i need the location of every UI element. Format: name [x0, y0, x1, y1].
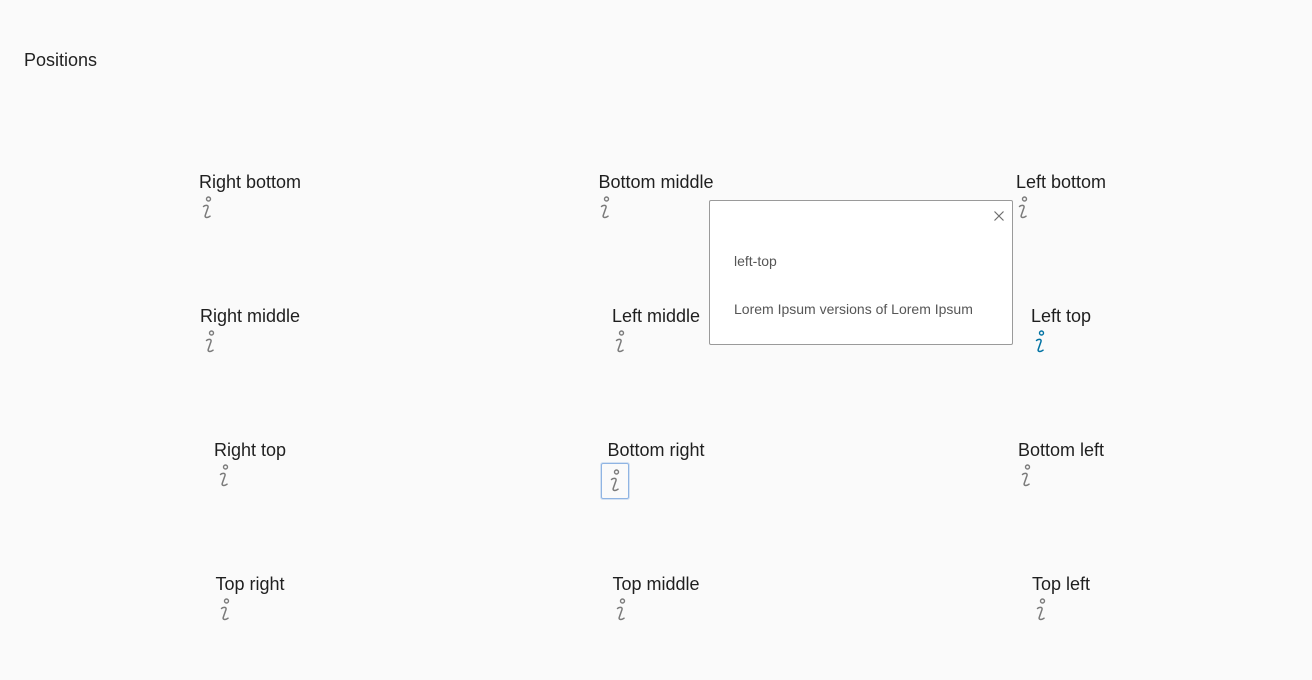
position-label: Top right [215, 574, 285, 594]
info-icon[interactable] [1028, 327, 1052, 357]
info-icon[interactable] [608, 327, 632, 357]
position-label: Left top [1030, 306, 1092, 326]
info-icon[interactable] [195, 193, 219, 223]
info-icon[interactable] [593, 193, 617, 223]
signpost-body: Lorem Ipsum versions of Lorem Ipsum [734, 301, 973, 317]
signpost-cell-top-right: Top right [150, 573, 350, 625]
position-label: Right top [213, 440, 287, 460]
info-icon[interactable] [1014, 461, 1038, 491]
position-label: Bottom right [607, 440, 705, 460]
signpost-cell-top-middle: Top middle [556, 573, 756, 625]
position-label: Right middle [199, 306, 301, 326]
signpost-cell-top-left: Top left [961, 573, 1161, 625]
position-label: Bottom middle [598, 172, 714, 192]
info-icon[interactable] [1029, 595, 1053, 625]
close-icon[interactable] [992, 209, 1006, 223]
info-icon[interactable] [198, 327, 222, 357]
position-label: Bottom left [1017, 440, 1105, 460]
signpost-cell-bottom-right: Bottom right [556, 439, 756, 499]
signpost-cell-bottom-left: Bottom left [961, 439, 1161, 491]
page: Positions Right bottom Bottom middle Lef… [0, 0, 1312, 680]
position-label: Left bottom [1015, 172, 1107, 192]
section-title: Positions [24, 50, 98, 70]
signpost-cell-right-middle: Right middle [150, 305, 350, 357]
info-icon[interactable] [1011, 193, 1035, 223]
info-icon[interactable] [609, 595, 633, 625]
position-label: Top left [1031, 574, 1091, 594]
info-icon[interactable] [213, 595, 237, 625]
info-icon[interactable] [601, 463, 629, 499]
position-label: Left middle [611, 306, 701, 326]
signpost-cell-right-top: Right top [150, 439, 350, 491]
position-label: Top middle [612, 574, 700, 594]
signpost-cell-right-bottom: Right bottom [150, 171, 350, 223]
position-label: Right bottom [198, 172, 302, 192]
signpost-popover: left-top Lorem Ipsum versions of Lorem I… [709, 200, 1013, 345]
signpost-heading: left-top [734, 253, 777, 269]
info-icon[interactable] [212, 461, 236, 491]
